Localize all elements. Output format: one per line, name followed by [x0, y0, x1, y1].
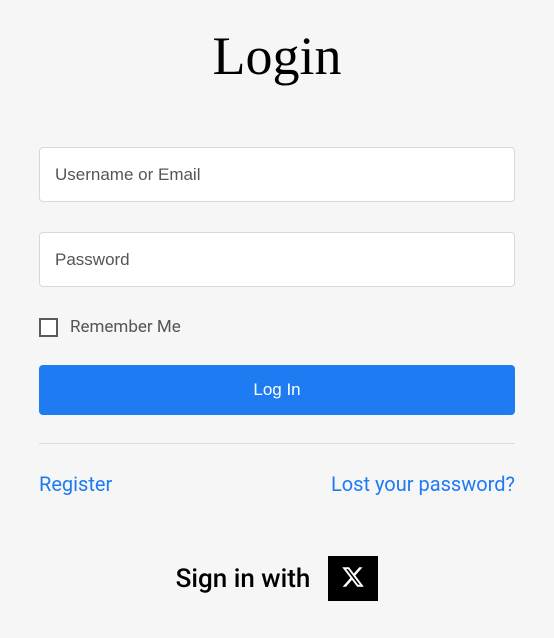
register-link[interactable]: Register — [39, 472, 112, 496]
page-title: Login — [39, 25, 515, 87]
remember-row: Remember Me — [39, 317, 515, 337]
lost-password-link[interactable]: Lost your password? — [331, 472, 515, 496]
links-row: Register Lost your password? — [39, 472, 515, 496]
signin-with-text: Sign in with — [176, 564, 311, 594]
remember-checkbox[interactable] — [39, 318, 58, 337]
x-signin-button[interactable] — [328, 556, 378, 601]
username-field[interactable] — [39, 147, 515, 202]
login-button[interactable]: Log In — [39, 365, 515, 415]
divider — [39, 443, 515, 444]
x-icon — [341, 565, 365, 593]
social-signin-row: Sign in with — [39, 556, 515, 601]
remember-label: Remember Me — [70, 317, 181, 337]
password-field[interactable] — [39, 232, 515, 287]
